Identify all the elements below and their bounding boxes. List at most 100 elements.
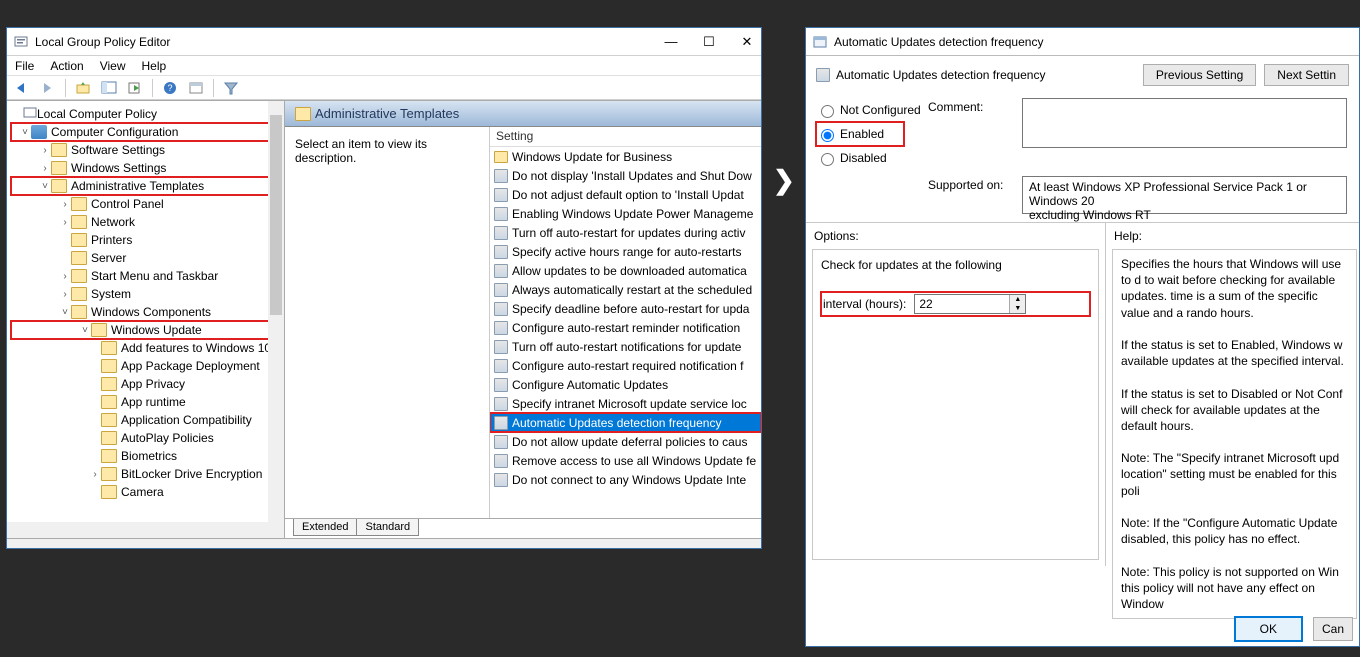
maximize-button[interactable]: ☐ (701, 34, 717, 50)
tab-standard[interactable]: Standard (356, 519, 419, 536)
tree-administrative-templates[interactable]: ˅Administrative Templates (11, 177, 282, 195)
setting-row[interactable]: Do not display 'Install Updates and Shut… (490, 166, 761, 185)
tree-start-menu[interactable]: ›Start Menu and Taskbar (11, 267, 282, 285)
folder-icon (101, 467, 117, 481)
folder-icon (101, 413, 117, 427)
setting-row[interactable]: Turn off auto-restart notifications for … (490, 337, 761, 356)
setting-icon (816, 68, 830, 82)
details-header: Administrative Templates (285, 101, 761, 127)
tree-item[interactable]: AutoPlay Policies (11, 429, 282, 447)
folder-icon (101, 431, 117, 445)
tree-control-panel[interactable]: ›Control Panel (11, 195, 282, 213)
tree-system[interactable]: ›System (11, 285, 282, 303)
tree-windows-update[interactable]: ˅Windows Update (11, 321, 282, 339)
spin-up-icon[interactable]: ▲ (1010, 295, 1025, 304)
tab-extended[interactable]: Extended (293, 519, 357, 536)
setting-row[interactable]: Do not adjust default option to 'Install… (490, 185, 761, 204)
setting-row[interactable]: Specify deadline before auto-restart for… (490, 299, 761, 318)
folder-icon (71, 269, 87, 283)
setting-row[interactable]: Configure auto-restart reminder notifica… (490, 318, 761, 337)
menu-file[interactable]: File (15, 59, 34, 73)
setting-icon (494, 359, 508, 373)
ok-button[interactable]: OK (1234, 616, 1303, 642)
tree-item[interactable]: App Package Deployment (11, 357, 282, 375)
setting-row[interactable]: Specify active hours range for auto-rest… (490, 242, 761, 261)
folder-icon (494, 151, 508, 163)
setting-row[interactable]: Configure Automatic Updates (490, 375, 761, 394)
minimize-button[interactable]: — (663, 34, 679, 50)
setting-label: Turn off auto-restart notifications for … (512, 340, 741, 354)
next-setting-button[interactable]: Next Settin (1264, 64, 1349, 86)
tree-windows-components[interactable]: ˅Windows Components (11, 303, 282, 321)
setting-icon (494, 169, 508, 183)
tree-item[interactable]: Camera (11, 483, 282, 501)
spin-down-icon[interactable]: ▼ (1010, 304, 1025, 313)
tree-computer-configuration[interactable]: ˅Computer Configuration (11, 123, 282, 141)
radio-disabled[interactable]: Disabled (816, 146, 928, 170)
setting-row[interactable]: Specify intranet Microsoft update servic… (490, 394, 761, 413)
setting-row[interactable]: Do not connect to any Windows Update Int… (490, 470, 761, 489)
setting-label: Specify active hours range for auto-rest… (512, 245, 741, 259)
dialog-titlebar: Automatic Updates detection frequency (806, 28, 1359, 56)
setting-row[interactable]: Configure auto-restart required notifica… (490, 356, 761, 375)
policy-icon (23, 106, 37, 123)
setting-label: Automatic Updates detection frequency (512, 416, 721, 430)
previous-setting-button[interactable]: Previous Setting (1143, 64, 1256, 86)
tree-item[interactable]: App runtime (11, 393, 282, 411)
setting-row[interactable]: Allow updates to be downloaded automatic… (490, 261, 761, 280)
menu-view[interactable]: View (100, 59, 126, 73)
setting-row[interactable]: Windows Update for Business (490, 147, 761, 166)
setting-row[interactable]: Enabling Windows Update Power Manageme (490, 204, 761, 223)
details-pane: Administrative Templates Select an item … (285, 101, 761, 538)
folder-icon (101, 449, 117, 463)
tree-software-settings[interactable]: ›Software Settings (11, 141, 282, 159)
tree-item[interactable]: Add features to Windows 10 (11, 339, 282, 357)
radio-enabled[interactable]: Enabled (816, 122, 904, 146)
tree-network[interactable]: ›Network (11, 213, 282, 231)
interval-spinner[interactable]: ▲▼ (914, 294, 1026, 314)
policy-dialog: Automatic Updates detection frequency Au… (805, 27, 1360, 647)
setting-row[interactable]: Do not allow update deferral policies to… (490, 432, 761, 451)
tree-hscroll[interactable] (7, 522, 284, 538)
tree-pane[interactable]: Local Computer Policy ˅Computer Configur… (7, 101, 285, 538)
tree-vscroll[interactable] (268, 101, 284, 522)
tree-server[interactable]: Server (11, 249, 282, 267)
back-button[interactable] (11, 78, 33, 98)
tree-windows-settings[interactable]: ›Windows Settings (11, 159, 282, 177)
help-button[interactable]: ? (159, 78, 181, 98)
setting-icon (494, 302, 508, 316)
show-hide-tree-button[interactable] (98, 78, 120, 98)
properties-button[interactable] (185, 78, 207, 98)
interval-input[interactable] (915, 295, 1009, 313)
interval-label: interval (hours): (823, 297, 906, 311)
column-header-setting[interactable]: Setting (490, 127, 761, 147)
close-button[interactable]: ✕ (739, 34, 755, 50)
comment-field[interactable] (1022, 98, 1347, 148)
view-tabs: Extended Standard (285, 518, 761, 538)
menu-action[interactable]: Action (50, 59, 83, 73)
tree-item[interactable]: App Privacy (11, 375, 282, 393)
setting-label: Allow updates to be downloaded automatic… (512, 264, 747, 278)
setting-icon (494, 397, 508, 411)
radio-not-configured[interactable]: Not Configured (816, 98, 928, 122)
setting-row[interactable]: Remove access to use all Windows Update … (490, 451, 761, 470)
setting-row[interactable]: Turn off auto-restart for updates during… (490, 223, 761, 242)
setting-row[interactable]: Always automatically restart at the sche… (490, 280, 761, 299)
menubar: File Action View Help (7, 56, 761, 76)
tree-item[interactable]: Biometrics (11, 447, 282, 465)
window-controls: — ☐ ✕ (663, 34, 755, 50)
setting-row[interactable]: Automatic Updates detection frequency (490, 413, 761, 432)
tree-item[interactable]: Application Compatibility (11, 411, 282, 429)
menu-help[interactable]: Help (142, 59, 167, 73)
folder-icon (71, 215, 87, 229)
export-button[interactable] (124, 78, 146, 98)
setting-label: Configure Automatic Updates (512, 378, 668, 392)
tree-printers[interactable]: Printers (11, 231, 282, 249)
filter-button[interactable] (220, 78, 242, 98)
cancel-button[interactable]: Can (1313, 617, 1353, 641)
tree-root[interactable]: Local Computer Policy (11, 105, 282, 123)
tree-item[interactable]: ›BitLocker Drive Encryption (11, 465, 282, 483)
forward-button[interactable] (37, 78, 59, 98)
folder-icon (71, 197, 87, 211)
up-button[interactable] (72, 78, 94, 98)
